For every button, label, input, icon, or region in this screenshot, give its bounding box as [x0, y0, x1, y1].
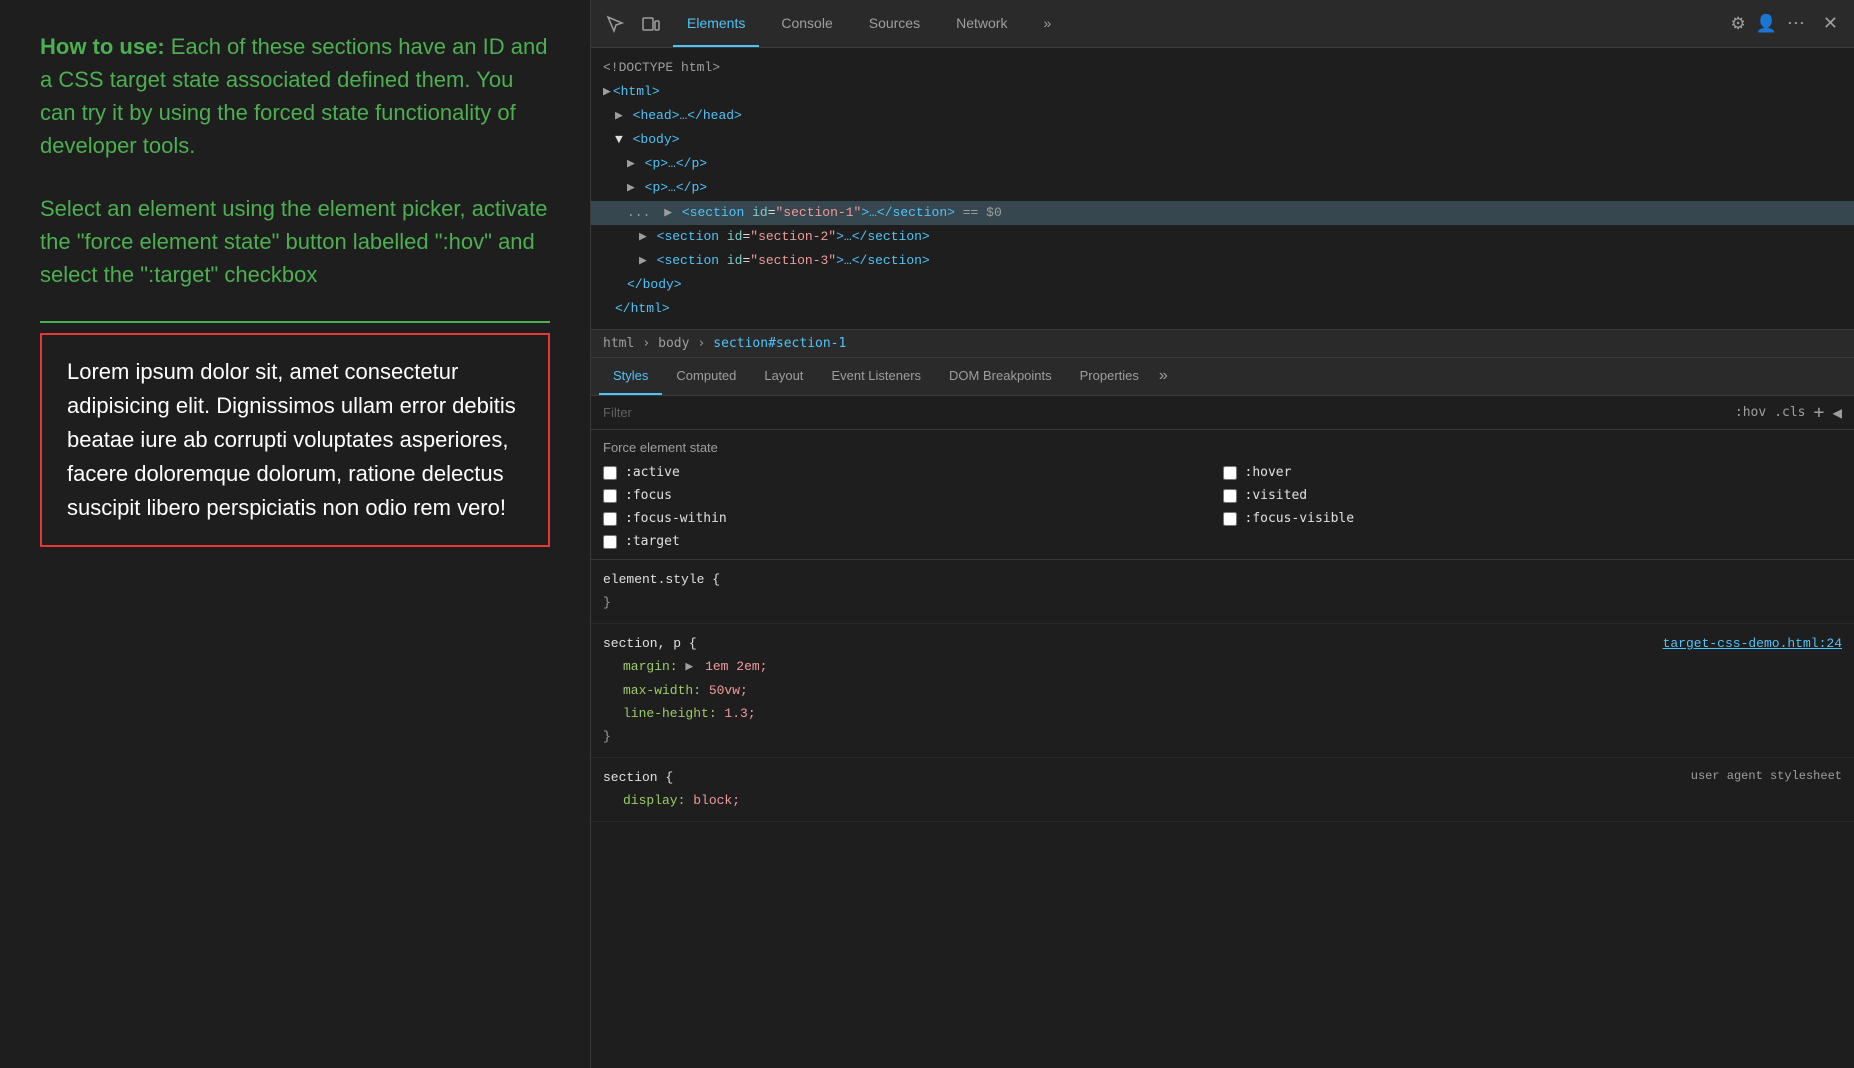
user-agent-label: user agent stylesheet	[1691, 766, 1842, 788]
css-prop-display-value: block;	[693, 793, 740, 808]
css-prop-lineheight-value: 1.3;	[724, 706, 755, 721]
filter-input[interactable]	[603, 405, 1735, 420]
checkbox-active[interactable]: :active	[603, 465, 1223, 480]
settings-icon[interactable]: ⚙	[1730, 14, 1745, 34]
css-prop-display: display: block;	[603, 789, 1842, 812]
breadcrumb-separator-2: ›	[697, 336, 705, 351]
css-prop-margin-name: margin:	[623, 659, 685, 674]
tab-network[interactable]: Network	[942, 0, 1021, 47]
add-style-button[interactable]: +	[1814, 402, 1825, 423]
tab-sources[interactable]: Sources	[855, 0, 934, 47]
css-prop-maxwidth-value: 50vw;	[709, 683, 748, 698]
tree-body-close: </body>	[591, 273, 1854, 297]
css-rule-section-p: section, p { target-css-demo.html:24 mar…	[591, 624, 1854, 758]
element-picker-icon[interactable]	[601, 10, 629, 38]
cls-toggle-button[interactable]: ◀	[1832, 403, 1842, 422]
checkbox-visited[interactable]: :visited	[1223, 488, 1843, 503]
tab-computed[interactable]: Computed	[662, 358, 750, 395]
checkbox-target-input[interactable]	[603, 535, 617, 549]
state-checkboxes: :active :hover :focus :visited :focus-wi…	[603, 465, 1842, 549]
css-prop-maxwidth-name: max-width:	[623, 683, 709, 698]
hov-button[interactable]: :hov	[1735, 405, 1766, 420]
force-state-title: Force element state	[603, 440, 1842, 455]
css-prop-lineheight: line-height: 1.3;	[603, 702, 1842, 725]
css-selector-section-p: section, p { target-css-demo.html:24	[603, 632, 1842, 655]
breadcrumb-separator-1: ›	[642, 336, 650, 351]
breadcrumb-bar: html › body › section#section-1	[591, 330, 1854, 358]
css-rule-element-style: element.style { }	[591, 560, 1854, 624]
section-box: Lorem ipsum dolor sit, amet consectetur …	[40, 333, 550, 547]
tree-p2[interactable]: ▶ <p>…</p>	[591, 176, 1854, 200]
checkbox-focus-input[interactable]	[603, 489, 617, 503]
tree-head[interactable]: ▶ <head>…</head>	[591, 104, 1854, 128]
styles-more-tabs-button[interactable]: »	[1153, 358, 1174, 395]
css-prop-margin-value: 1em 2em;	[705, 659, 767, 674]
tree-p1[interactable]: ▶ <p>…</p>	[591, 152, 1854, 176]
css-brace-close-section-p: }	[603, 725, 1842, 748]
checkbox-hover-input[interactable]	[1223, 466, 1237, 480]
how-to-use-bold: How to use:	[40, 34, 165, 59]
breadcrumb-section[interactable]: section#section-1	[713, 336, 846, 351]
filter-right: :hov .cls + ◀	[1735, 402, 1842, 423]
tab-dom-breakpoints[interactable]: DOM Breakpoints	[935, 358, 1066, 395]
css-selector-section-ua: section { user agent stylesheet	[603, 766, 1842, 789]
css-brace-close-element: }	[603, 591, 1842, 614]
left-panel: How to use: Each of these sections have …	[0, 0, 590, 1068]
select-text: Select an element using the element pick…	[40, 192, 550, 291]
more-tabs-button[interactable]: »	[1029, 0, 1065, 47]
cls-button[interactable]: .cls	[1774, 405, 1805, 420]
tab-console[interactable]: Console	[767, 0, 846, 47]
tree-html-close: </html>	[591, 297, 1854, 321]
device-toolbar-icon[interactable]	[637, 10, 665, 38]
styles-section: Force element state :active :hover :focu…	[591, 430, 1854, 1068]
force-element-state-section: Force element state :active :hover :focu…	[591, 430, 1854, 560]
devtools-panel: Elements Console Sources Network » ⚙ 👤 ⋯…	[590, 0, 1854, 1068]
more-options-icon[interactable]: ⋯	[1787, 13, 1807, 34]
breadcrumb-body[interactable]: body	[658, 336, 689, 351]
css-source-link-section-p[interactable]: target-css-demo.html:24	[1663, 632, 1842, 655]
checkbox-target[interactable]: :target	[603, 534, 1223, 549]
tab-elements[interactable]: Elements	[673, 0, 759, 47]
styles-tabs-bar: Styles Computed Layout Event Listeners D…	[591, 358, 1854, 396]
tab-properties[interactable]: Properties	[1066, 358, 1153, 395]
css-prop-maxwidth: max-width: 50vw;	[603, 679, 1842, 702]
css-rule-section-ua: section { user agent stylesheet display:…	[591, 758, 1854, 822]
tab-event-listeners[interactable]: Event Listeners	[817, 358, 935, 395]
checkbox-focus[interactable]: :focus	[603, 488, 1223, 503]
breadcrumb-html[interactable]: html	[603, 336, 634, 351]
checkbox-focus-within[interactable]: :focus-within	[603, 511, 1223, 526]
checkbox-focus-visible-input[interactable]	[1223, 512, 1237, 526]
css-selector-element-style: element.style {	[603, 568, 1842, 591]
devtools-toolbar: Elements Console Sources Network » ⚙ 👤 ⋯…	[591, 0, 1854, 48]
checkbox-focus-within-input[interactable]	[603, 512, 617, 526]
html-tree: <!DOCTYPE html> ▶<html> ▶ <head>…</head>…	[591, 48, 1854, 330]
checkbox-visited-input[interactable]	[1223, 489, 1237, 503]
tree-section-3[interactable]: ▶ <section id="section-3">…</section>	[591, 249, 1854, 273]
tree-section-2[interactable]: ▶ <section id="section-2">…</section>	[591, 225, 1854, 249]
toolbar-right: ⚙ 👤 ⋯ ✕	[1730, 11, 1844, 36]
checkbox-active-input[interactable]	[603, 466, 617, 480]
user-icon[interactable]: 👤	[1756, 14, 1777, 34]
tree-html-open[interactable]: ▶<html>	[591, 80, 1854, 104]
filter-bar: :hov .cls + ◀	[591, 396, 1854, 430]
tab-layout[interactable]: Layout	[750, 358, 817, 395]
tree-doctype: <!DOCTYPE html>	[591, 56, 1854, 80]
css-prop-lineheight-name: line-height:	[623, 706, 724, 721]
instruction-text: How to use: Each of these sections have …	[40, 30, 550, 162]
tree-body-open[interactable]: ▼ <body>	[591, 128, 1854, 152]
tree-section-1[interactable]: ... ▶ <section id="section-1">…</section…	[591, 201, 1854, 225]
css-margin-arrow[interactable]: ▶	[685, 659, 693, 674]
lorem-text: Lorem ipsum dolor sit, amet consectetur …	[67, 355, 523, 525]
checkbox-focus-visible[interactable]: :focus-visible	[1223, 511, 1843, 526]
css-prop-display-name: display:	[623, 793, 693, 808]
close-devtools-button[interactable]: ✕	[1817, 11, 1844, 36]
checkbox-hover[interactable]: :hover	[1223, 465, 1843, 480]
tab-styles[interactable]: Styles	[599, 358, 662, 395]
css-prop-margin: margin: ▶ 1em 2em;	[603, 655, 1842, 678]
